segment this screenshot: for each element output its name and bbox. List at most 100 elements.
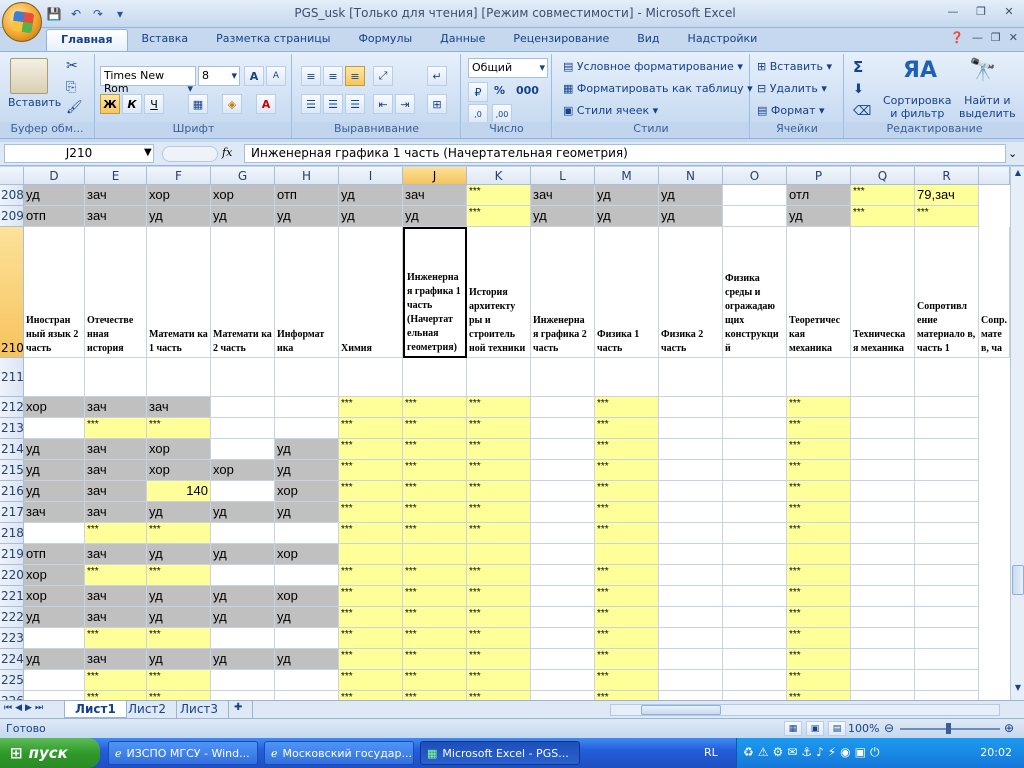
cell-P214[interactable]: *** bbox=[787, 439, 851, 460]
row-header-211[interactable]: 211 bbox=[0, 358, 24, 397]
borders-icon[interactable]: ▦ bbox=[188, 94, 208, 114]
cell-M216[interactable]: *** bbox=[595, 481, 659, 502]
column-header-K[interactable]: K bbox=[467, 167, 531, 185]
close-button[interactable]: ✕ bbox=[996, 2, 1022, 20]
cell-P213[interactable]: *** bbox=[787, 418, 851, 439]
cell-O224[interactable] bbox=[723, 649, 787, 670]
cell-G214[interactable] bbox=[211, 439, 275, 460]
cell-N225[interactable] bbox=[659, 670, 723, 691]
format-cells-button[interactable]: ▤ Формат ▾ bbox=[757, 104, 825, 117]
cell-I218[interactable]: *** bbox=[339, 523, 403, 544]
cell-H223[interactable] bbox=[275, 628, 339, 649]
cell-N223[interactable] bbox=[659, 628, 723, 649]
cell-M225[interactable]: *** bbox=[595, 670, 659, 691]
cell-O226[interactable] bbox=[723, 691, 787, 700]
cell-I224[interactable]: *** bbox=[339, 649, 403, 670]
cell-O212[interactable] bbox=[723, 397, 787, 418]
align-center-icon[interactable]: ☰ bbox=[323, 94, 343, 114]
vertical-scroll-thumb[interactable] bbox=[1012, 565, 1024, 595]
cell-K218[interactable]: *** bbox=[467, 523, 531, 544]
cell-Q225[interactable] bbox=[851, 670, 915, 691]
cell-Q214[interactable] bbox=[851, 439, 915, 460]
cell-H226[interactable] bbox=[275, 691, 339, 700]
page-break-view-icon[interactable]: ▤ bbox=[828, 721, 846, 736]
name-box[interactable]: J210 bbox=[4, 144, 154, 163]
normal-view-icon[interactable]: ▦ bbox=[784, 721, 802, 736]
cell-K225[interactable]: *** bbox=[467, 670, 531, 691]
cell-K223[interactable]: *** bbox=[467, 628, 531, 649]
cell-M212[interactable]: *** bbox=[595, 397, 659, 418]
cell-header-S210[interactable]: Сопр. мате в, ча bbox=[979, 227, 1010, 358]
language-indicator[interactable]: RL bbox=[704, 746, 718, 759]
tab-review[interactable]: Рецензирование bbox=[499, 29, 623, 51]
cell-P218[interactable]: *** bbox=[787, 523, 851, 544]
cell-F212[interactable]: зач bbox=[147, 397, 211, 418]
cell-Q209[interactable]: *** bbox=[851, 206, 915, 227]
start-button[interactable]: ⊞ пуск bbox=[0, 738, 100, 768]
cell-Q217[interactable] bbox=[851, 502, 915, 523]
cell-O222[interactable] bbox=[723, 607, 787, 628]
cell-H208[interactable]: отп bbox=[275, 185, 339, 206]
cell-header-M210[interactable]: Физика 1 часть bbox=[595, 227, 659, 358]
cell-H224[interactable]: уд bbox=[275, 649, 339, 670]
cell-F215[interactable]: хор bbox=[147, 460, 211, 481]
cell-G217[interactable]: уд bbox=[211, 502, 275, 523]
sheet-tab-2[interactable]: Лист2 bbox=[118, 701, 178, 718]
cell-K220[interactable]: *** bbox=[467, 565, 531, 586]
cell-N224[interactable] bbox=[659, 649, 723, 670]
cell-D215[interactable]: уд bbox=[24, 460, 85, 481]
cell-header-O210[interactable]: Физика среды и огражадаю щих конструкци … bbox=[723, 227, 787, 358]
cell-D222[interactable]: уд bbox=[24, 607, 85, 628]
row-header-214[interactable]: 214 bbox=[0, 439, 24, 460]
cell-M208[interactable]: уд bbox=[595, 185, 659, 206]
column-header-O[interactable]: O bbox=[723, 167, 787, 185]
cell-E218[interactable]: *** bbox=[85, 523, 147, 544]
cell-styles-button[interactable]: ▣ Стили ячеек ▾ bbox=[563, 104, 658, 117]
cell-I213[interactable]: *** bbox=[339, 418, 403, 439]
cell-G219[interactable]: уд bbox=[211, 544, 275, 565]
align-right-icon[interactable]: ☰ bbox=[345, 94, 365, 114]
cell-L223[interactable] bbox=[531, 628, 595, 649]
cell-R209[interactable]: *** bbox=[915, 206, 979, 227]
cell-N214[interactable] bbox=[659, 439, 723, 460]
cell-K221[interactable]: *** bbox=[467, 586, 531, 607]
cell-R212[interactable] bbox=[915, 397, 979, 418]
taskbar-item-ie1[interactable]: ℯ ИЗСПО МГСУ - Wind... bbox=[108, 741, 258, 765]
cell-O208[interactable] bbox=[723, 185, 787, 206]
cell-E209[interactable]: зач bbox=[85, 206, 147, 227]
cell-E224[interactable]: зач bbox=[85, 649, 147, 670]
cell-R219[interactable] bbox=[915, 544, 979, 565]
cell-K226[interactable]: *** bbox=[467, 691, 531, 700]
cell-M223[interactable]: *** bbox=[595, 628, 659, 649]
cell-header-Q210[interactable]: Техническа я механика bbox=[851, 227, 915, 358]
cell-E217[interactable]: зач bbox=[85, 502, 147, 523]
paste-button[interactable]: Вставить bbox=[8, 96, 61, 109]
cell-M226[interactable]: *** bbox=[595, 691, 659, 700]
cell-M218[interactable]: *** bbox=[595, 523, 659, 544]
cell-O211[interactable] bbox=[723, 358, 787, 397]
column-header-R[interactable]: R bbox=[915, 167, 979, 185]
cell-D221[interactable]: хор bbox=[24, 586, 85, 607]
cell-H221[interactable]: хор bbox=[275, 586, 339, 607]
column-header-L[interactable]: L bbox=[531, 167, 595, 185]
cell-E215[interactable]: зач bbox=[85, 460, 147, 481]
row-header-220[interactable]: 220 bbox=[0, 565, 24, 586]
cell-R223[interactable] bbox=[915, 628, 979, 649]
wrap-text-icon[interactable]: ↵ bbox=[427, 66, 447, 86]
cell-D224[interactable]: уд bbox=[24, 649, 85, 670]
cell-N222[interactable] bbox=[659, 607, 723, 628]
cell-I219[interactable] bbox=[339, 544, 403, 565]
cell-D213[interactable] bbox=[24, 418, 85, 439]
cell-N220[interactable] bbox=[659, 565, 723, 586]
cell-Q216[interactable] bbox=[851, 481, 915, 502]
cell-M221[interactable]: *** bbox=[595, 586, 659, 607]
copy-icon[interactable]: ⎘ bbox=[66, 80, 76, 95]
cell-R215[interactable] bbox=[915, 460, 979, 481]
cell-Q226[interactable] bbox=[851, 691, 915, 700]
cell-J218[interactable]: *** bbox=[403, 523, 467, 544]
cell-D216[interactable]: уд bbox=[24, 481, 85, 502]
cell-G220[interactable] bbox=[211, 565, 275, 586]
cell-K211[interactable] bbox=[467, 358, 531, 397]
italic-button[interactable]: К bbox=[122, 94, 142, 114]
cell-D225[interactable] bbox=[24, 670, 85, 691]
